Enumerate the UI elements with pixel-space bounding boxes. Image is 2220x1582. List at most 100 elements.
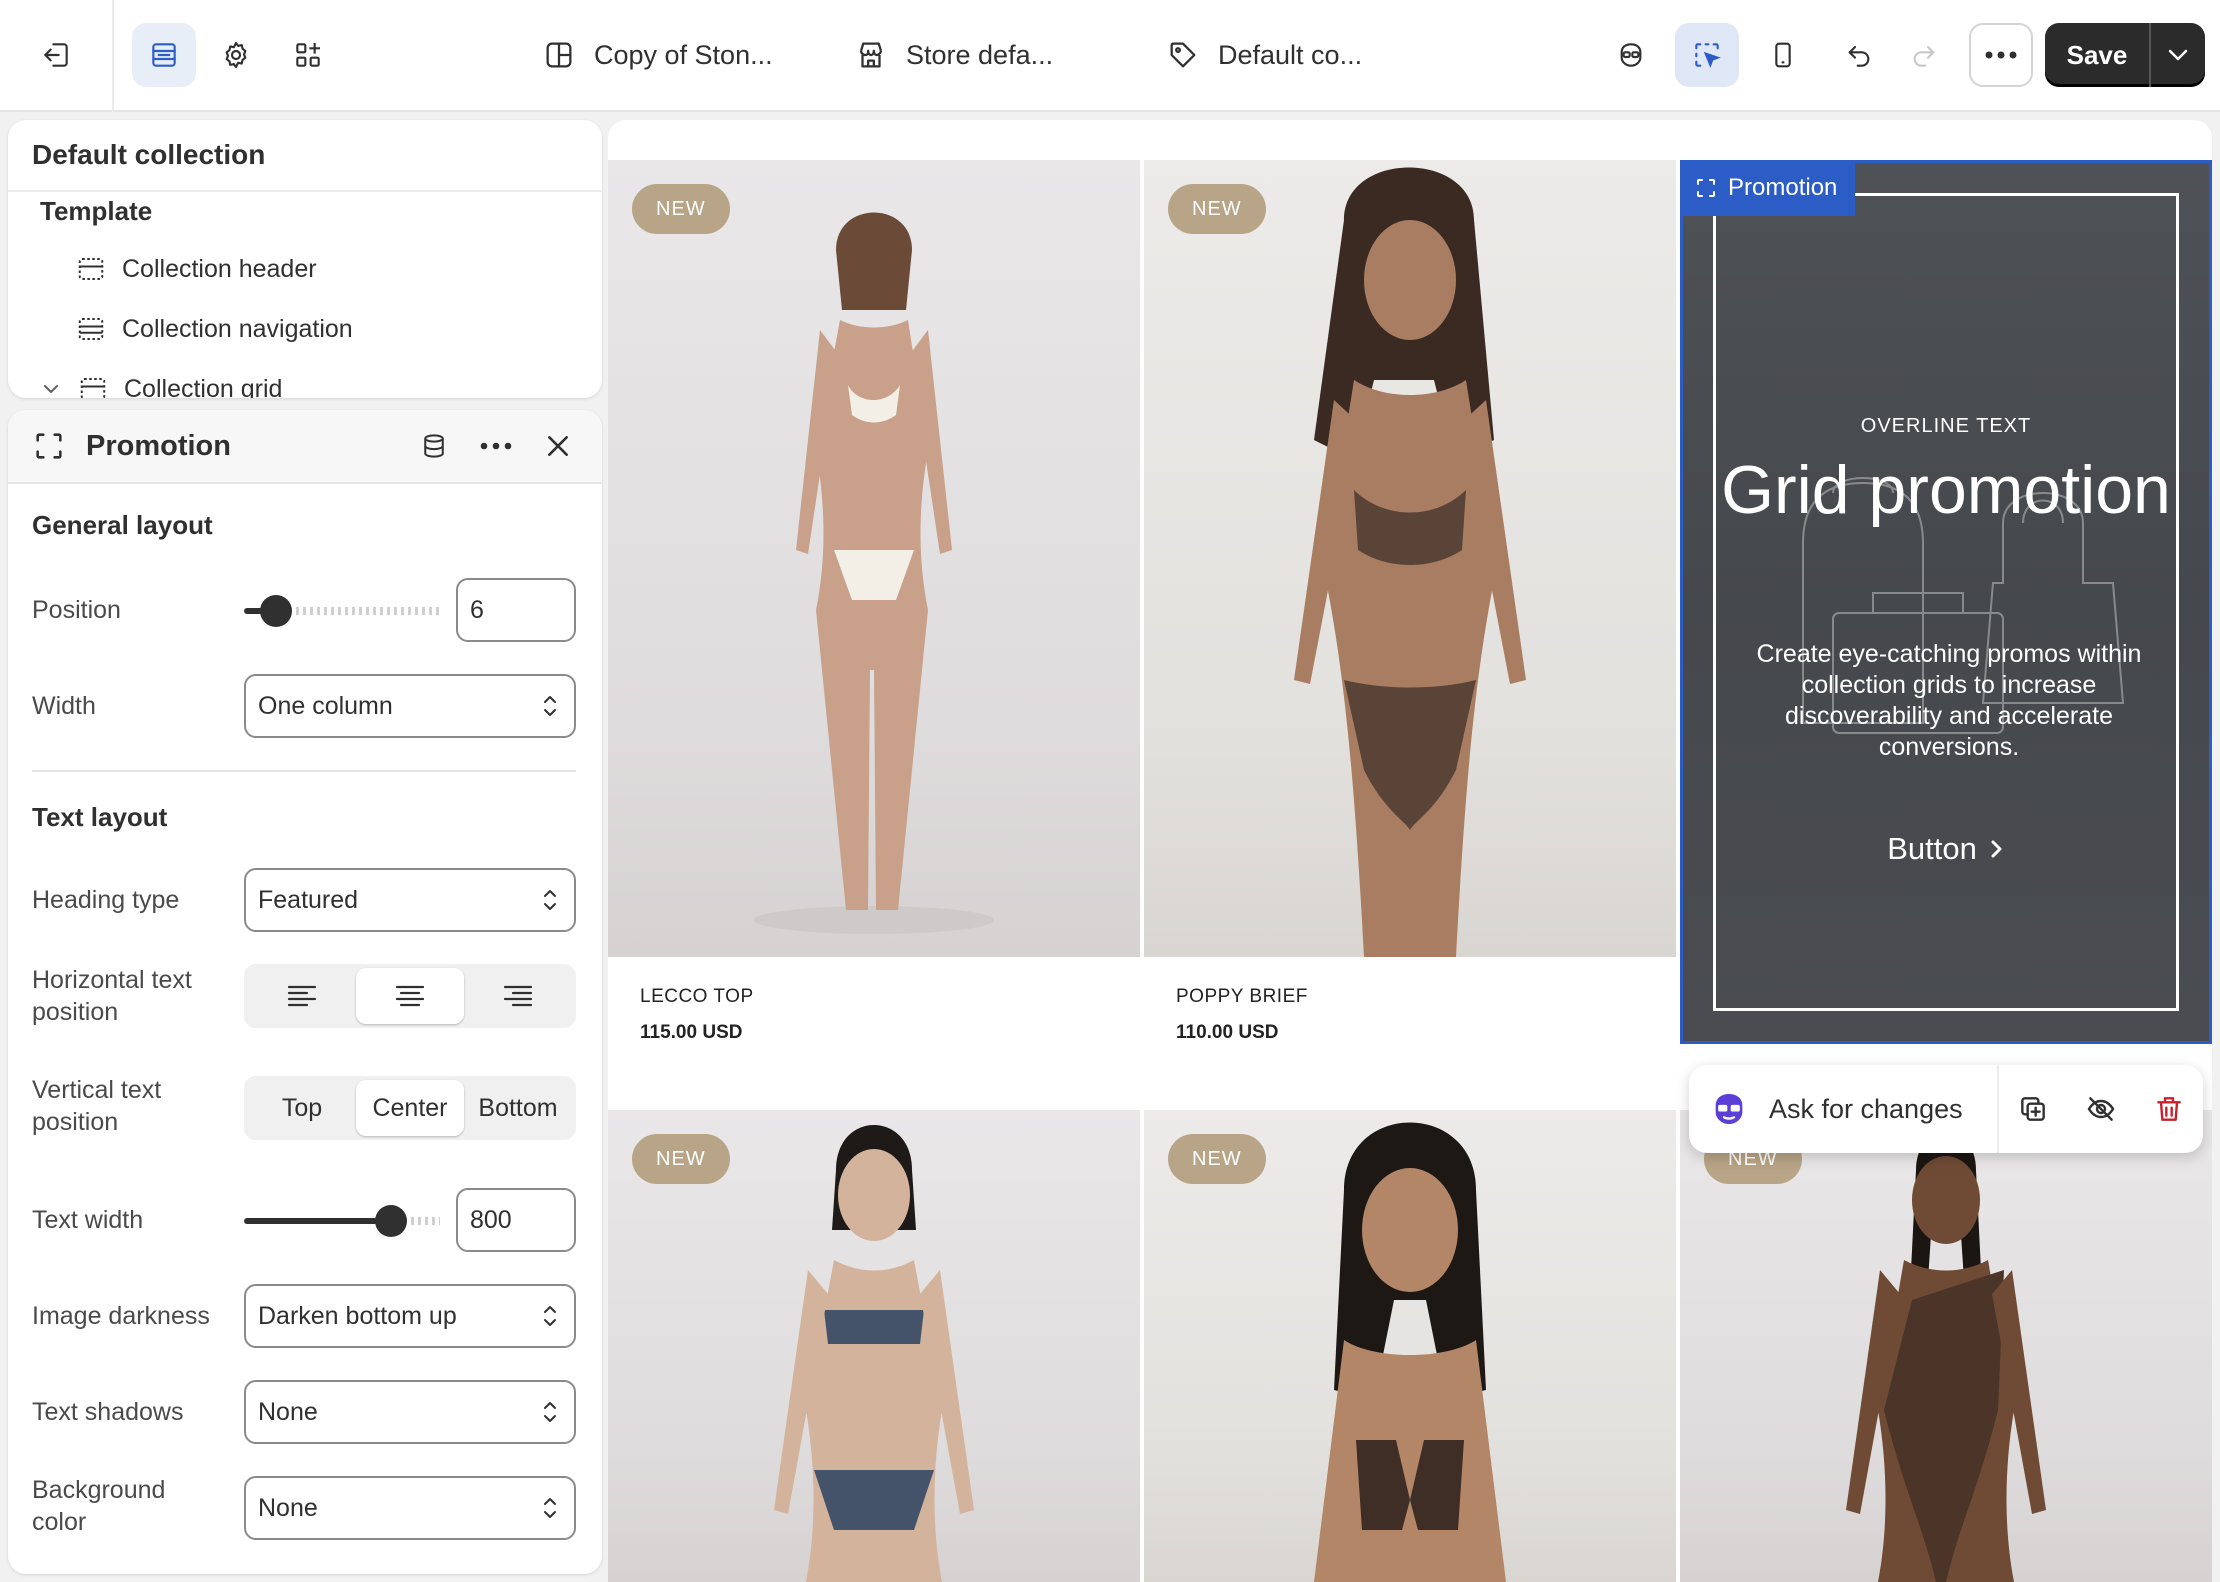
select-arrows-icon: [544, 890, 556, 910]
selected-block-tag-label: Promotion: [1728, 174, 1838, 201]
tree-group-template[interactable]: Template: [40, 196, 152, 227]
section-icon: [78, 258, 104, 280]
mobile-preview-icon[interactable]: [1751, 23, 1815, 87]
vertical-position-label: Vertical text position: [32, 1076, 162, 1136]
section-icon: [78, 318, 104, 340]
exit-icon[interactable]: [24, 23, 88, 87]
tag-icon: [1170, 42, 1196, 68]
tree-item-collection-header[interactable]: Collection header: [76, 254, 317, 284]
promotion-button[interactable]: Button: [1683, 831, 2209, 867]
chevron-right-icon: [1991, 840, 2002, 858]
vertical-top-option[interactable]: Top: [248, 1080, 356, 1136]
vertical-center-option[interactable]: Center: [356, 1080, 464, 1136]
undo-icon[interactable]: [1827, 23, 1891, 87]
divider: [32, 770, 576, 772]
align-right-button[interactable]: [464, 968, 572, 1024]
text-width-input[interactable]: 800: [456, 1188, 576, 1252]
product-image-poppy-brief[interactable]: NEW: [1144, 160, 1676, 957]
sections-icon[interactable]: [132, 23, 196, 87]
align-left-icon: [287, 985, 317, 1007]
inspector-icon[interactable]: [1675, 23, 1739, 87]
grid-promotion-block[interactable]: OVERLINE TEXT Grid promotion Create eye-…: [1680, 160, 2212, 1044]
section-icon: [80, 378, 106, 398]
promotion-overline: OVERLINE TEXT: [1860, 415, 2032, 437]
position-input[interactable]: 6: [456, 578, 576, 642]
tree-item-label: Collection navigation: [122, 314, 353, 343]
block-actions: [1999, 1093, 2203, 1125]
tree-item-collection-navigation[interactable]: Collection navigation: [76, 314, 353, 344]
slider-thumb[interactable]: [260, 595, 292, 627]
text-width-label: Text width: [32, 1206, 144, 1234]
position-slider[interactable]: [244, 595, 440, 627]
tree-group-label: Template: [40, 196, 153, 226]
save-button[interactable]: Save: [2045, 23, 2149, 87]
text-width-slider[interactable]: [244, 1205, 440, 1237]
block-settings-panel: Promotion General layout Position 6 Widt…: [8, 410, 602, 1574]
select-arrows-icon: [544, 1402, 556, 1422]
gear-icon[interactable]: [204, 23, 268, 87]
product-badge: NEW: [632, 1134, 730, 1184]
template-selector[interactable]: Default co...: [1166, 30, 1362, 80]
apps-icon[interactable]: [276, 23, 340, 87]
promotion-block-icon: [1697, 179, 1715, 197]
ellipsis-icon[interactable]: [476, 426, 516, 466]
save-button-group: Save: [2045, 23, 2205, 87]
store-selector[interactable]: Store defa...: [854, 30, 1053, 80]
tree-title: Default collection: [8, 120, 602, 192]
hide-icon[interactable]: [2085, 1093, 2117, 1125]
tree-item-label: Collection header: [122, 254, 317, 283]
general-layout-heading: General layout: [32, 510, 213, 540]
text-layout-heading: Text layout: [32, 802, 168, 832]
product-badge: NEW: [1168, 184, 1266, 234]
align-center-button[interactable]: [356, 968, 464, 1024]
store-selector-label: Store defa...: [906, 39, 1054, 70]
ask-for-changes-button[interactable]: Ask for changes: [1689, 1065, 1999, 1153]
product-image[interactable]: NEW: [1144, 1110, 1676, 1582]
preview-canvas: NEW LECCO TOP 115.00 USD NEW POPPY BRIEF…: [608, 120, 2212, 1582]
width-label: Width: [32, 692, 96, 720]
product-badge: NEW: [1168, 1134, 1266, 1184]
model-photo: [1294, 167, 1526, 957]
duplicate-icon[interactable]: [2017, 1093, 2049, 1125]
slider-track: [296, 607, 440, 615]
product-image[interactable]: NEW: [608, 1110, 1140, 1582]
theme-selector-label: Copy of Ston...: [594, 39, 773, 70]
product-image[interactable]: NEW: [1680, 1110, 2212, 1582]
horizontal-position-label: Horizontal text position: [32, 966, 192, 1026]
text-shadows-select[interactable]: None: [244, 1380, 576, 1444]
text-shadows-value: None: [258, 1397, 318, 1426]
slider-thumb[interactable]: [375, 1205, 407, 1237]
slider-track: [411, 1217, 440, 1225]
product-image-lecco-top[interactable]: NEW: [608, 160, 1140, 957]
width-select[interactable]: One column: [244, 674, 576, 738]
tree-item-collection-grid[interactable]: Collection grid: [40, 374, 282, 398]
save-options-button[interactable]: [2151, 23, 2205, 87]
settings-title: Promotion: [86, 429, 231, 462]
template-selector-label: Default co...: [1218, 39, 1363, 70]
database-icon[interactable]: [414, 426, 454, 466]
toolbar-divider: [112, 0, 114, 112]
align-left-button[interactable]: [248, 968, 356, 1024]
chevron-down-icon: [44, 385, 58, 393]
product-name[interactable]: LECCO TOP: [640, 986, 754, 1008]
sidekick-icon[interactable]: [1599, 23, 1663, 87]
more-actions-button[interactable]: [1969, 23, 2033, 87]
product-name[interactable]: POPPY BRIEF: [1176, 986, 1308, 1008]
heading-type-select[interactable]: Featured: [244, 868, 576, 932]
close-icon[interactable]: [538, 426, 578, 466]
trash-icon[interactable]: [2153, 1093, 2185, 1125]
redo-icon[interactable]: [1892, 23, 1956, 87]
product-badge: NEW: [632, 184, 730, 234]
text-width-value: 800: [470, 1205, 512, 1234]
chevron-down-icon: [2168, 49, 2188, 61]
theme-selector[interactable]: Copy of Ston...: [542, 30, 773, 80]
product-price: 110.00 USD: [1176, 1022, 1279, 1043]
block-floating-toolbar: Ask for changes: [1689, 1065, 2203, 1153]
width-select-value: One column: [258, 691, 393, 720]
background-color-value: None: [258, 1493, 318, 1522]
vertical-bottom-option[interactable]: Bottom: [464, 1080, 572, 1136]
background-color-select[interactable]: None: [244, 1476, 576, 1540]
image-darkness-select[interactable]: Darken bottom up: [244, 1284, 576, 1348]
background-color-label: Background color: [32, 1476, 166, 1536]
promotion-frame: [1713, 193, 2179, 1011]
